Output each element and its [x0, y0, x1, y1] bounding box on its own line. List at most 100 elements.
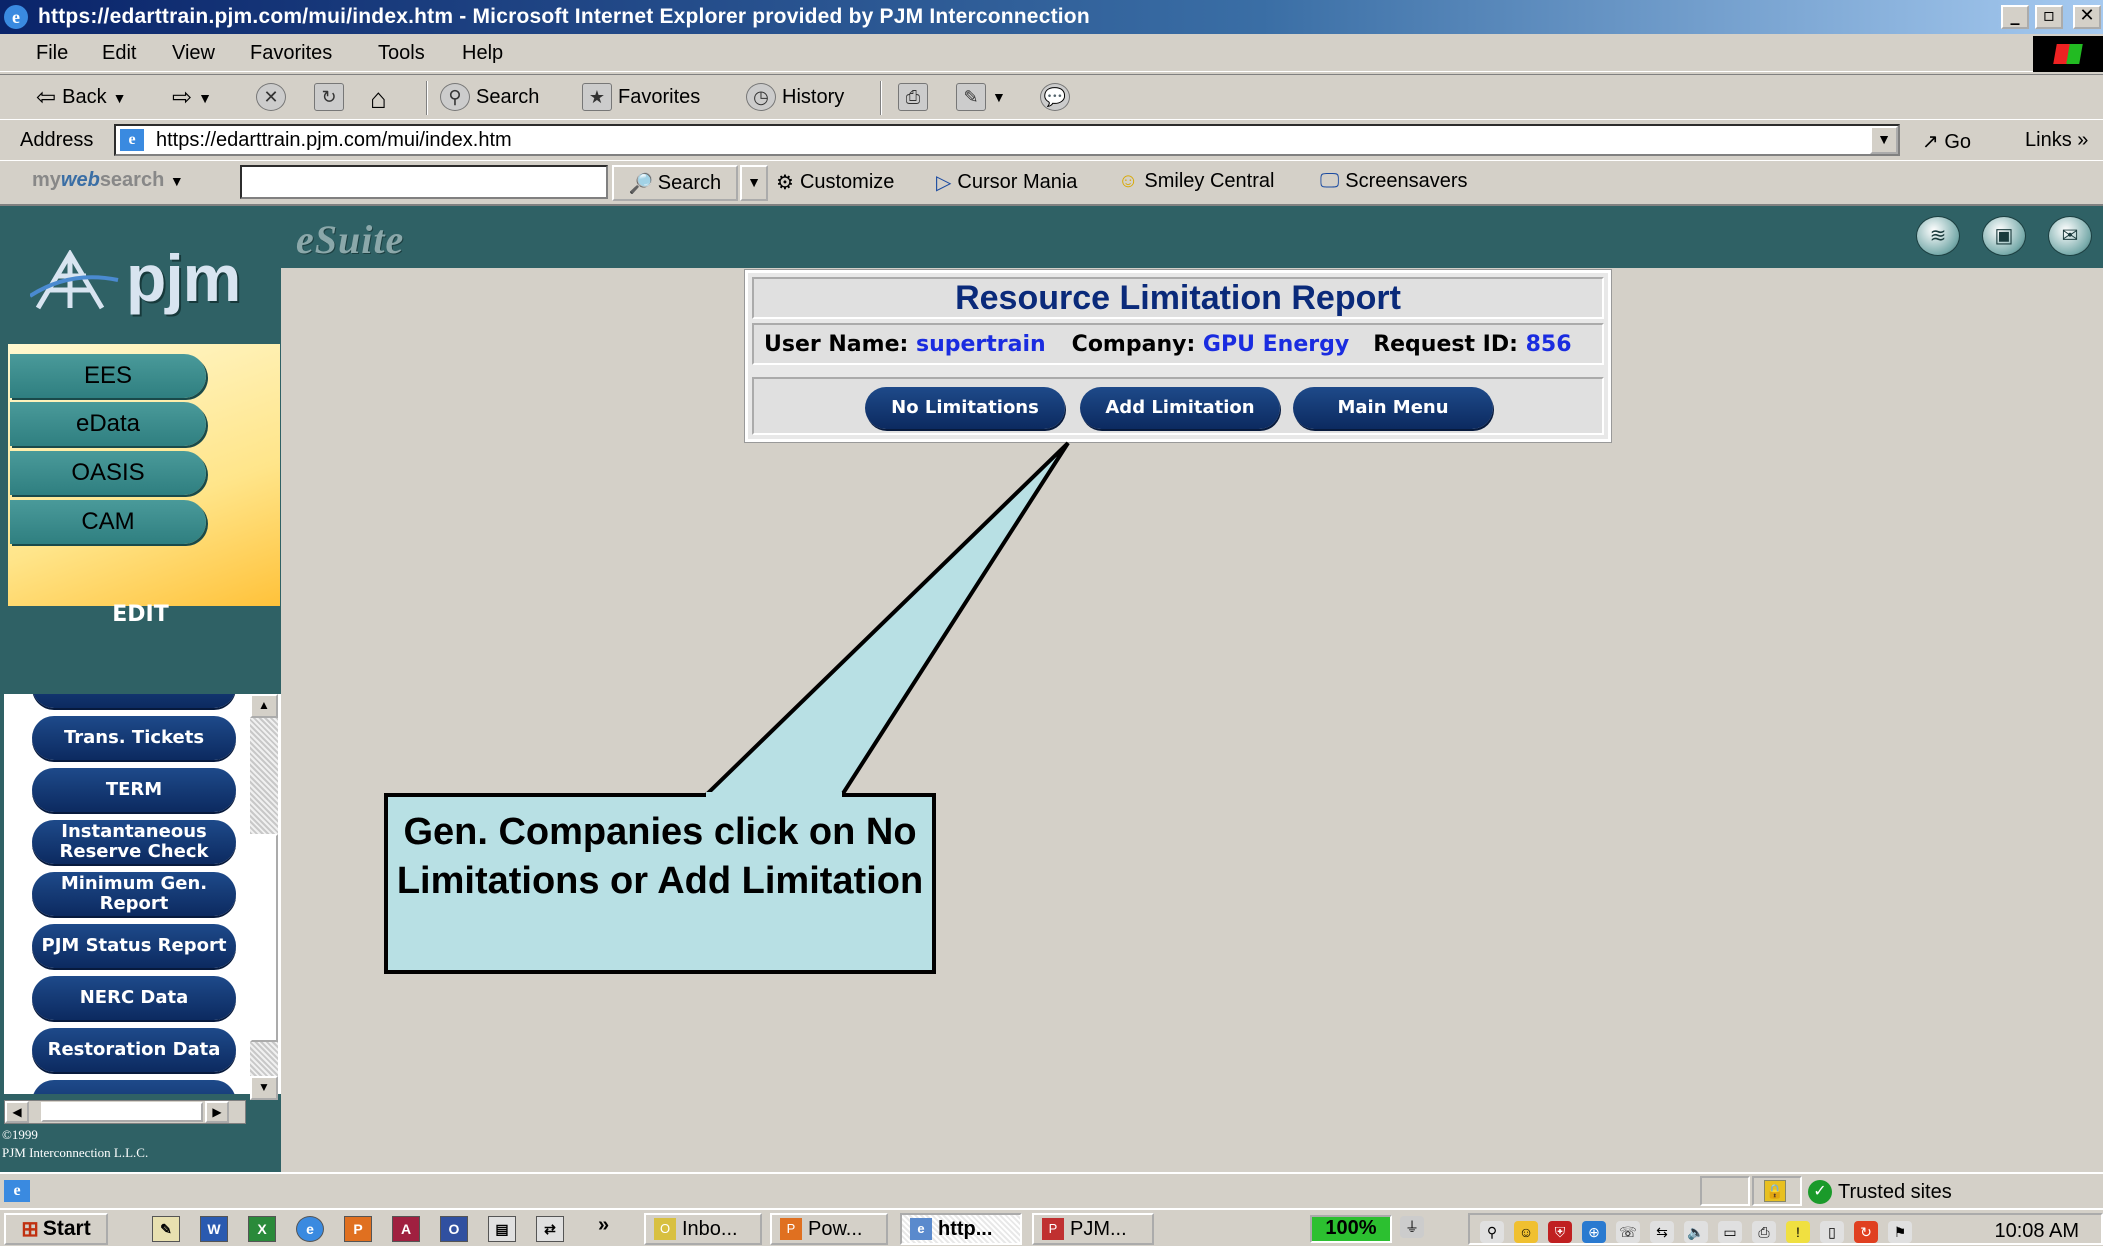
customize-button[interactable]: ⚙ Customize	[776, 170, 894, 195]
help-wave-icon[interactable]: ≋	[1916, 216, 1960, 256]
menu-view[interactable]: View	[172, 42, 215, 65]
tray-sync-icon[interactable]: ⇆	[1650, 1221, 1674, 1243]
quicklaunch-ie-icon[interactable]: e	[296, 1216, 324, 1242]
mail-icon[interactable]: ✉	[2048, 216, 2092, 256]
power-plug-icon[interactable]: ⏚	[1400, 1216, 1424, 1238]
tray-alert-icon[interactable]: !	[1786, 1221, 1810, 1243]
web-search-dropdown-icon[interactable]: ▼	[740, 165, 768, 201]
scroll-down-icon[interactable]: ▼	[250, 1076, 278, 1100]
quicklaunch-excel-icon[interactable]: X	[248, 1216, 276, 1242]
start-button[interactable]: ⊞ Start	[4, 1213, 108, 1245]
menu-item-logout[interactable]: Logout	[32, 1080, 236, 1094]
search-button[interactable]: ⚲ Search	[440, 83, 539, 111]
mywebsearch-toolbar: mywebsearch ▼ 🔎 Search ▼ ⚙ Customize ▷ Curs…	[0, 162, 2103, 206]
task-pjm-label: PJM...	[1070, 1217, 1127, 1240]
discuss-button[interactable]: 💬	[1040, 83, 1070, 111]
windows-logo-icon	[2033, 36, 2103, 72]
user-name-value: supertrain	[915, 331, 1046, 357]
scroll-right-icon[interactable]: ▶	[205, 1101, 229, 1123]
nav-ees[interactable]: EES	[10, 354, 206, 398]
save-icon[interactable]: ▣	[1982, 216, 2026, 256]
menu-item-instantaneous-reserve-check[interactable]: Instantaneous Reserve Check	[32, 820, 236, 864]
tray-display-icon[interactable]: ▭	[1718, 1221, 1742, 1243]
no-limitations-button[interactable]: No Limitations	[865, 387, 1065, 429]
tray-network-icon[interactable]: ⊕	[1582, 1221, 1606, 1243]
scroll-up-icon[interactable]: ▲	[250, 694, 278, 718]
menu-file[interactable]: File	[36, 42, 68, 65]
tray-phone-icon[interactable]: ☏	[1616, 1221, 1640, 1243]
edit-dropdown-icon[interactable]: ▼	[992, 89, 1006, 105]
menu-item-term[interactable]: TERM	[32, 768, 236, 812]
tray-battery-icon[interactable]: ▯	[1820, 1221, 1844, 1243]
close-button[interactable]: ✕	[2073, 5, 2101, 29]
task-ie[interactable]: e http...	[900, 1213, 1022, 1245]
quicklaunch-desktop-icon[interactable]: ✎	[152, 1216, 180, 1242]
task-pjm[interactable]: P PJM...	[1032, 1213, 1154, 1245]
cursor-mania-button[interactable]: ▷ Cursor Mania	[936, 170, 1077, 195]
home-button[interactable]: ⌂	[370, 83, 387, 115]
task-powerpoint[interactable]: P Pow...	[770, 1213, 888, 1245]
address-input[interactable]	[156, 128, 1856, 152]
quicklaunch-more-icon[interactable]: »	[598, 1214, 609, 1237]
add-limitation-button[interactable]: Add Limitation	[1080, 387, 1280, 429]
tray-misc-icon[interactable]: ⚑	[1888, 1221, 1912, 1243]
nav-oasis[interactable]: OASIS	[10, 451, 206, 495]
smiley-central-button[interactable]: ☺ Smiley Central	[1118, 170, 1274, 193]
quicklaunch-word-icon[interactable]: W	[200, 1216, 228, 1242]
tray-smiley-icon[interactable]: ☺	[1514, 1221, 1538, 1243]
quicklaunch-network-icon[interactable]: ⇄	[536, 1216, 564, 1242]
menu-item-pjm-status-report[interactable]: PJM Status Report	[32, 924, 236, 968]
web-search-button[interactable]: 🔎 Search	[612, 165, 738, 201]
brand-web: web	[60, 169, 100, 191]
menu-help[interactable]: Help	[462, 42, 503, 65]
menu-tools[interactable]: Tools	[378, 42, 425, 65]
main-menu-button[interactable]: Main Menu	[1293, 387, 1493, 429]
nav-cam[interactable]: CAM	[10, 500, 206, 544]
links-button[interactable]: Links »	[2025, 129, 2088, 152]
refresh-button[interactable]: ↻	[314, 83, 344, 111]
menu-item-minimum-gen-report[interactable]: Minimum Gen. Report	[32, 872, 236, 916]
tray-shield-icon[interactable]: ⛨	[1548, 1221, 1572, 1243]
menu-item-hidden[interactable]	[32, 694, 236, 708]
menu-item-nerc-data[interactable]: NERC Data	[32, 976, 236, 1020]
history-button[interactable]: ◷ History	[746, 83, 844, 111]
tray-update-icon[interactable]: ↻	[1854, 1221, 1878, 1243]
screensavers-button[interactable]: 🖵 Screensavers	[1320, 170, 1468, 193]
menu-item-restoration-data[interactable]: Restoration Data	[32, 1028, 236, 1072]
horizontal-scrollbar[interactable]: ◀ ▶	[4, 1100, 246, 1124]
tray-search-icon[interactable]: ⚲	[1480, 1221, 1504, 1243]
brand-my: my	[32, 169, 61, 191]
quicklaunch-powerpoint-icon[interactable]: P	[344, 1216, 372, 1242]
stop-button[interactable]: ✕	[256, 83, 286, 111]
hscroll-thumb[interactable]	[41, 1102, 203, 1122]
edit-button[interactable]: ✎ ▼	[956, 83, 1006, 111]
web-search-input[interactable]	[240, 165, 608, 199]
back-dropdown-icon[interactable]: ▼	[113, 90, 127, 106]
tray-printer-icon[interactable]: ⎙	[1752, 1221, 1776, 1243]
go-button[interactable]: ↗ Go	[1922, 129, 1971, 154]
maximize-button[interactable]: ▫	[2035, 5, 2063, 29]
request-id-label: Request ID:	[1373, 331, 1518, 357]
magnifier-icon: 🔎	[628, 172, 654, 195]
menu-item-trans-tickets[interactable]: Trans. Tickets	[32, 716, 236, 760]
quicklaunch-project-icon[interactable]: ▤	[488, 1216, 516, 1242]
forward-button[interactable]: ⇨ ▼	[172, 83, 212, 112]
scroll-thumb[interactable]	[250, 834, 278, 1042]
back-button[interactable]: ⇦ Back ▼	[36, 83, 126, 112]
print-button[interactable]: ⎙	[898, 83, 928, 111]
vertical-scrollbar[interactable]: ▲ ▼	[250, 694, 278, 1100]
tray-volume-icon[interactable]: 🔈	[1684, 1221, 1708, 1243]
menu-favorites[interactable]: Favorites	[250, 42, 332, 65]
address-dropdown-icon[interactable]: ▼	[1870, 126, 1898, 154]
favorites-button[interactable]: ★ Favorites	[582, 83, 700, 111]
scroll-left-icon[interactable]: ◀	[5, 1101, 29, 1123]
quicklaunch-access-icon[interactable]: A	[392, 1216, 420, 1242]
minimize-button[interactable]: _	[2001, 5, 2029, 29]
task-inbox[interactable]: O Inbo...	[644, 1213, 762, 1245]
nav-edata[interactable]: eData	[10, 402, 206, 446]
mywebsearch-logo[interactable]: mywebsearch ▼	[32, 169, 184, 192]
forward-dropdown-icon[interactable]: ▼	[198, 90, 212, 106]
quicklaunch-outlook-icon[interactable]: O	[440, 1216, 468, 1242]
menu-edit[interactable]: Edit	[102, 42, 136, 65]
address-field[interactable]: e	[114, 124, 1900, 156]
